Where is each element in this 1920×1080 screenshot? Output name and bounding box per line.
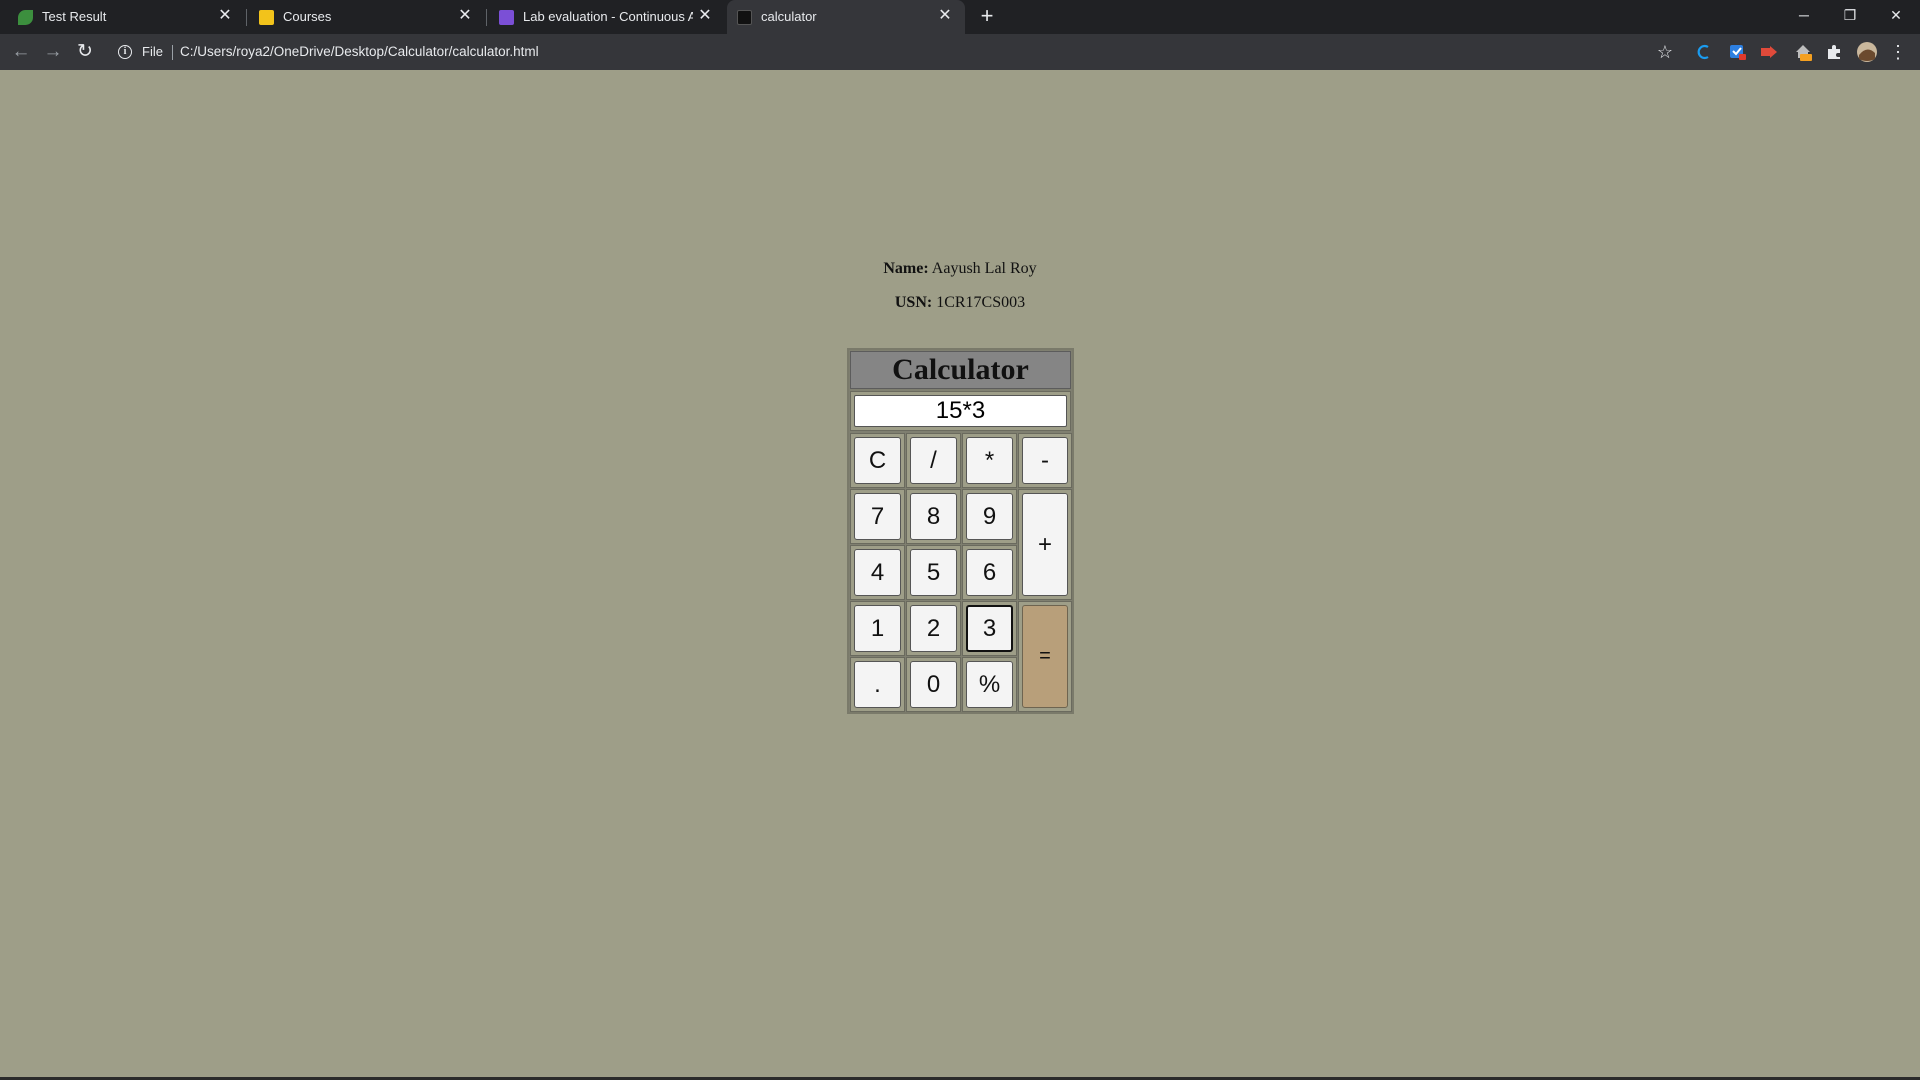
key-cell: - bbox=[1018, 433, 1072, 488]
key-cell: 4 bbox=[850, 545, 905, 600]
minus-button[interactable]: - bbox=[1022, 437, 1068, 484]
address-bar[interactable]: i File C:/Users/roya2/OneDrive/Desktop/C… bbox=[110, 38, 1684, 66]
tab-title: calculator bbox=[761, 9, 817, 24]
percent-button[interactable]: % bbox=[966, 661, 1013, 708]
url-text[interactable]: C:/Users/roya2/OneDrive/Desktop/Calculat… bbox=[180, 44, 539, 59]
tab-test-result[interactable]: Test Result ✕ bbox=[0, 0, 245, 34]
plus-button[interactable]: + bbox=[1022, 493, 1068, 596]
new-tab-button[interactable]: + bbox=[975, 5, 999, 29]
browser-toolbar: ← → ↻ i File C:/Users/roya2/OneDrive/Des… bbox=[0, 34, 1920, 70]
file-scheme-chip: File bbox=[142, 44, 163, 59]
tab-calculator[interactable]: calculator ✕ bbox=[727, 0, 965, 34]
restore-icon[interactable]: ❐ bbox=[1827, 0, 1873, 32]
usn-label: USN: bbox=[894, 294, 933, 311]
forms-icon bbox=[499, 10, 514, 25]
puzzle-extensions-icon[interactable] bbox=[1825, 43, 1843, 61]
key-cell: 5 bbox=[906, 545, 961, 600]
equals-button[interactable]: = bbox=[1022, 605, 1068, 708]
key-cell: % bbox=[962, 657, 1017, 712]
window-close-icon[interactable]: ✕ bbox=[1873, 0, 1919, 32]
key-cell: . bbox=[850, 657, 905, 712]
c-extension-icon[interactable] bbox=[1695, 43, 1713, 61]
home-off-extension-icon[interactable] bbox=[1794, 43, 1812, 61]
reload-icon[interactable]: ↻ bbox=[73, 40, 97, 64]
tab-courses[interactable]: Courses ✕ bbox=[247, 0, 485, 34]
decimal-point-button[interactable]: . bbox=[854, 661, 901, 708]
key-cell: 7 bbox=[850, 489, 905, 544]
tab-lab-evaluation[interactable]: Lab evaluation - Continuous Ass ✕ bbox=[487, 0, 725, 34]
close-icon[interactable]: ✕ bbox=[457, 8, 473, 24]
digit-0-button[interactable]: 0 bbox=[910, 661, 957, 708]
more-menu-icon[interactable]: ⋮ bbox=[1886, 40, 1910, 64]
key-cell: 6 bbox=[962, 545, 1017, 600]
tab-title: Courses bbox=[283, 9, 332, 24]
minimize-icon[interactable]: ─ bbox=[1781, 0, 1827, 32]
key-cell: 9 bbox=[962, 489, 1017, 544]
page-content: Name: Aayush Lal Roy USN: 1CR17CS003 Cal… bbox=[0, 70, 1920, 1078]
key-cell: * bbox=[962, 433, 1017, 488]
calculator-display[interactable]: 15*3 bbox=[854, 395, 1067, 427]
clear-button[interactable]: C bbox=[854, 437, 901, 484]
profile-avatar[interactable] bbox=[1856, 41, 1878, 63]
page-icon bbox=[737, 10, 752, 25]
display-cell: 15*3 bbox=[850, 391, 1071, 431]
chip-divider bbox=[172, 45, 173, 60]
digit-5-button[interactable]: 5 bbox=[910, 549, 957, 596]
name-label: Name: bbox=[883, 260, 929, 277]
classroom-icon bbox=[259, 10, 274, 25]
digit-4-button[interactable]: 4 bbox=[854, 549, 901, 596]
calculator-title: Calculator bbox=[850, 351, 1071, 389]
digit-8-button[interactable]: 8 bbox=[910, 493, 957, 540]
key-cell: / bbox=[906, 433, 961, 488]
digit-1-button[interactable]: 1 bbox=[854, 605, 901, 652]
close-icon[interactable]: ✕ bbox=[697, 8, 713, 24]
tab-title: Test Result bbox=[42, 9, 107, 24]
usn-value: 1CR17CS003 bbox=[936, 294, 1026, 311]
tab-title: Lab evaluation - Continuous Ass bbox=[523, 9, 693, 24]
close-icon[interactable]: ✕ bbox=[217, 8, 233, 24]
key-cell: 2 bbox=[906, 601, 961, 656]
name-value: Aayush Lal Roy bbox=[931, 260, 1037, 277]
forward-arrow-icon[interactable]: → bbox=[41, 40, 65, 64]
student-name-line: Name: Aayush Lal Roy bbox=[0, 260, 1920, 278]
key-cell: 3 bbox=[962, 601, 1017, 656]
checkbox-extension-icon[interactable] bbox=[1729, 43, 1747, 61]
leaf-icon bbox=[18, 10, 33, 25]
divide-button[interactable]: / bbox=[910, 437, 957, 484]
key-cell: + bbox=[1018, 489, 1072, 600]
back-arrow-icon[interactable]: ← bbox=[9, 40, 33, 64]
digit-6-button[interactable]: 6 bbox=[966, 549, 1013, 596]
close-icon[interactable]: ✕ bbox=[937, 8, 953, 24]
calculator-table: Calculator 15*3 C / * - 7 8 9 + 4 5 6 1 … bbox=[847, 348, 1074, 714]
digit-7-button[interactable]: 7 bbox=[854, 493, 901, 540]
student-usn-line: USN: 1CR17CS003 bbox=[0, 294, 1920, 312]
digit-3-button[interactable]: 3 bbox=[966, 605, 1013, 652]
key-cell: 8 bbox=[906, 489, 961, 544]
arrow-extension-icon[interactable] bbox=[1760, 43, 1778, 61]
info-icon[interactable]: i bbox=[118, 45, 132, 59]
bookmark-star-icon[interactable]: ☆ bbox=[1653, 40, 1677, 64]
key-cell: = bbox=[1018, 601, 1072, 712]
tab-strip: Test Result ✕ Courses ✕ Lab evaluation -… bbox=[0, 0, 1920, 34]
digit-9-button[interactable]: 9 bbox=[966, 493, 1013, 540]
key-cell: C bbox=[850, 433, 905, 488]
key-cell: 0 bbox=[906, 657, 961, 712]
digit-2-button[interactable]: 2 bbox=[910, 605, 957, 652]
key-cell: 1 bbox=[850, 601, 905, 656]
multiply-button[interactable]: * bbox=[966, 437, 1013, 484]
